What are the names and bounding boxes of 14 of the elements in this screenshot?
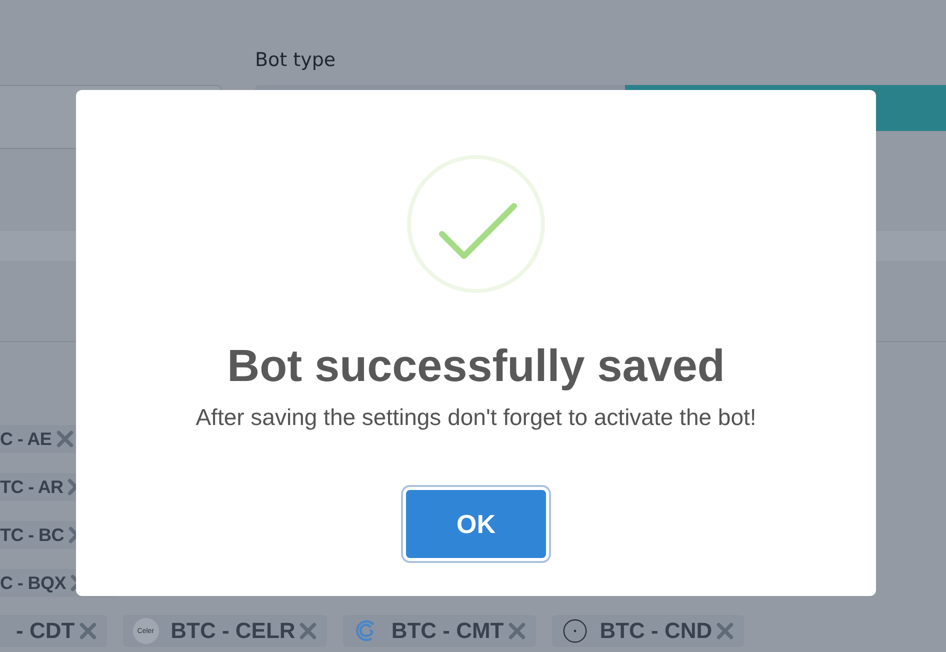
remove-icon[interactable] (508, 622, 526, 640)
dot-circle-icon (562, 618, 588, 644)
remove-icon[interactable] (78, 622, 97, 640)
tag-chip: BTC - CMT (343, 615, 536, 647)
remove-icon[interactable] (299, 622, 318, 640)
field-label: Bot type (255, 48, 337, 73)
ok-button[interactable]: OK (406, 490, 546, 558)
dialog-message: After saving the settings don't forget to activate the bot! (196, 403, 756, 432)
remove-icon[interactable] (716, 622, 734, 640)
remove-icon[interactable] (56, 430, 74, 448)
tag-chip: - CDT (0, 615, 107, 647)
success-check-icon (406, 154, 546, 294)
tag-chip: BTC - CND (552, 615, 744, 647)
dialog-title: Bot successfully saved (227, 340, 725, 392)
